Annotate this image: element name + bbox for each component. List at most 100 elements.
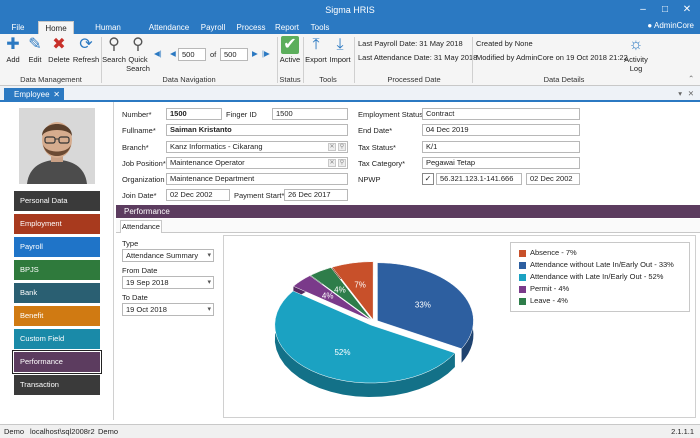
tab-file[interactable]: File (4, 21, 32, 34)
branch-label: Branch* (122, 143, 149, 152)
legend-label: Absence - 7% (530, 248, 577, 257)
add-button[interactable]: ✚ Add (2, 36, 24, 64)
user-menu[interactable]: ● AdminCore (647, 21, 694, 30)
type-select[interactable]: Attendance Summary ▾ (122, 249, 214, 262)
menu-bar: File Home Human Resources Attendance Pay… (0, 20, 700, 45)
payment-start-field[interactable]: 26 Dec 2017 (284, 189, 348, 201)
npwp-date-field[interactable]: 02 Dec 2002 (526, 173, 580, 185)
tab-tools[interactable]: Tools (308, 21, 332, 34)
legend-item: Permit - 4% (519, 283, 689, 295)
organization-label: Organization (122, 175, 165, 184)
tab-employee[interactable]: Employee ✕ (4, 88, 64, 102)
tab-payroll[interactable]: Payroll (198, 21, 228, 34)
lookup-icon[interactable]: ⚲ (338, 143, 346, 151)
close-icon[interactable]: ✕ (688, 89, 694, 98)
first-page-icon[interactable]: ◀| (154, 49, 162, 58)
chevron-down-icon: ▾ (207, 252, 211, 259)
status-bar: Demo localhost\sql2008r2 Demo 2.1.1.1 (0, 424, 700, 438)
pie-slice-label: 4% (334, 286, 346, 295)
tax-category-field[interactable]: Pegawai Tetap (422, 157, 580, 169)
page-input[interactable]: 500 (178, 48, 206, 61)
delete-button[interactable]: ✖ Delete (46, 36, 72, 64)
group-processed-date: Processed Date (387, 75, 441, 84)
page-of-label: of (210, 50, 217, 59)
attendance-chart: 7% 33% 52% 4% 4% Absence - 7% Attendance with… (223, 235, 696, 418)
pie-slice-label: 33% (415, 301, 431, 310)
employee-form: Number* 1500 Finger ID 1500 Fullname* Sa… (116, 102, 700, 202)
export-icon: ⤒ (312, 36, 320, 53)
number-field[interactable]: 1500 (166, 108, 222, 120)
sidebar-item-employment[interactable]: Employment (14, 214, 100, 234)
clear-icon[interactable]: ✕ (328, 159, 336, 167)
from-date-select[interactable]: 19 Sep 2018 ▾ (122, 276, 214, 289)
collapse-ribbon-icon[interactable]: ⌃ (688, 74, 694, 83)
activity-log-icon: ☼ (628, 36, 644, 53)
sidebar-item-transaction[interactable]: Transaction (14, 375, 100, 395)
npwp-field[interactable]: 56.321.123.1-141.666 (436, 173, 522, 185)
sidebar-item-bpjs[interactable]: BPJS (14, 260, 100, 280)
tax-status-field[interactable]: K/1 (422, 141, 580, 153)
tab-report[interactable]: Report (274, 21, 300, 34)
tab-attendance[interactable]: Attendance (120, 220, 162, 233)
finger-id-field[interactable]: 1500 (272, 108, 348, 120)
close-tab-icon[interactable]: ✕ (53, 88, 60, 102)
branch-field[interactable]: Kanz Informatics - Cikarang ✕ ⚲ (166, 141, 348, 153)
number-label: Number* (122, 110, 152, 119)
tab-attendance[interactable]: Attendance (146, 21, 192, 34)
group-data-management: Data Management (20, 75, 82, 84)
tab-human-resources[interactable]: Human Resources (76, 21, 140, 45)
status-server: localhost\sql2008r2 (30, 427, 95, 436)
end-date-field[interactable]: 04 Dec 2019 (422, 124, 580, 136)
to-date-select[interactable]: 19 Oct 2018 ▾ (122, 303, 214, 316)
clear-icon[interactable]: ✕ (328, 143, 336, 151)
legend-item: Attendance with Late In/Early Out - 52% (519, 271, 689, 283)
maximize-icon[interactable]: □ (654, 0, 676, 20)
tab-process[interactable]: Process (236, 21, 266, 34)
type-label: Type (122, 239, 139, 248)
job-position-field[interactable]: Maintenance Operator ✕ ⚲ (166, 157, 348, 169)
sidebar-item-bank[interactable]: Bank (14, 283, 100, 303)
prev-page-icon[interactable]: ◀ (170, 49, 176, 58)
import-button[interactable]: ⤓ Import (328, 36, 352, 64)
title-bar: Sigma HRIS – □ ✕ (0, 0, 700, 20)
active-toggle[interactable]: ✔ Active (278, 36, 302, 64)
refresh-button[interactable]: ⟳ Refresh (72, 36, 100, 64)
sidebar-item-benefit[interactable]: Benefit (14, 306, 100, 326)
quick-search-icon: ⚲ (132, 36, 144, 53)
group-tools: Tools (319, 75, 337, 84)
sidebar-item-performance[interactable]: Performance (12, 350, 102, 374)
employment-status-field[interactable]: Contract (422, 108, 580, 120)
plus-icon: ✚ (6, 36, 20, 53)
join-date-field[interactable]: 02 Dec 2002 (166, 189, 230, 201)
search-button[interactable]: ⚲ Search (102, 36, 126, 64)
last-page-icon[interactable]: |▶ (262, 49, 270, 58)
activity-log-button[interactable]: ☼ Activity Log (620, 36, 652, 73)
legend-swatch (519, 250, 526, 257)
tax-status-label: Tax Status* (358, 143, 396, 152)
group-divider (354, 37, 355, 83)
minimize-icon[interactable]: – (632, 0, 654, 20)
close-icon[interactable]: ✕ (676, 0, 698, 20)
sidebar-item-custom-field[interactable]: Custom Field (14, 329, 100, 349)
edit-button[interactable]: ✎ Edit (24, 36, 46, 64)
organization-field[interactable]: Maintenance Department (166, 173, 348, 185)
fullname-field[interactable]: Saiman Kristanto (166, 124, 348, 136)
dropdown-icon[interactable]: ▾ (678, 89, 682, 98)
pie-slice-label: 52% (334, 348, 350, 357)
performance-filters: Type Attendance Summary ▾ From Date 19 Se… (116, 234, 220, 420)
tab-home[interactable]: Home (38, 21, 74, 34)
lookup-icon[interactable]: ⚲ (338, 159, 346, 167)
sidebar-item-payroll[interactable]: Payroll (14, 237, 100, 257)
sidebar-item-personal-data[interactable]: Personal Data (14, 191, 100, 211)
export-button[interactable]: ⤒ Export (304, 36, 328, 64)
performance-header: Performance (116, 205, 700, 218)
next-page-icon[interactable]: ▶ (252, 49, 258, 58)
employment-status-label: Employment Status* (358, 110, 426, 119)
quick-search-button[interactable]: ⚲ Quick Search (126, 36, 150, 73)
sidebar: Personal Data Employment Payroll BPJS Ba… (0, 102, 114, 420)
npwp-checkbox[interactable]: ✓ (422, 173, 434, 185)
delete-icon: ✖ (52, 36, 66, 53)
legend-swatch (519, 262, 526, 269)
chart-legend: Absence - 7% Attendance without Late In/E… (510, 242, 690, 312)
npwp-label: NPWP (358, 175, 381, 184)
